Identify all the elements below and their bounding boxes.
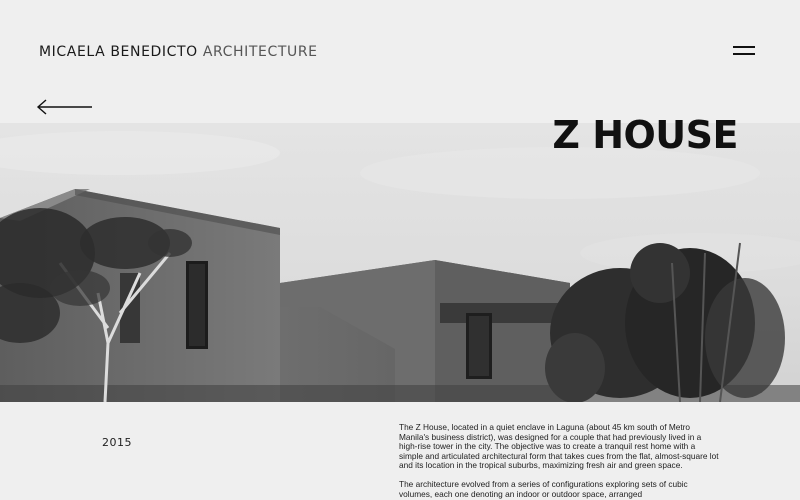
back-button[interactable]	[36, 97, 94, 117]
hamburger-menu-icon	[733, 46, 755, 48]
hamburger-menu-icon-line	[733, 53, 755, 55]
arrow-left-icon	[36, 99, 92, 115]
brand-subtitle: ARCHITECTURE	[202, 44, 318, 60]
project-year: 2015	[102, 436, 132, 449]
project-description: The Z House, located in a quiet enclave …	[399, 423, 719, 500]
page-title: Z HOUSE	[552, 113, 738, 158]
brand-logo[interactable]: MICAELA BENEDICTO ARCHITECTURE	[39, 44, 318, 60]
brand-name: MICAELA BENEDICTO	[39, 44, 198, 60]
house-photo	[0, 123, 800, 402]
description-paragraph: The Z House, located in a quiet enclave …	[399, 423, 719, 471]
project-page: MICAELA BENEDICTO ARCHITECTURE Z HOUSE 2…	[0, 0, 800, 500]
description-paragraph: The architecture evolved from a series o…	[399, 478, 688, 499]
menu-button[interactable]	[733, 44, 757, 58]
hero-image	[0, 123, 800, 402]
